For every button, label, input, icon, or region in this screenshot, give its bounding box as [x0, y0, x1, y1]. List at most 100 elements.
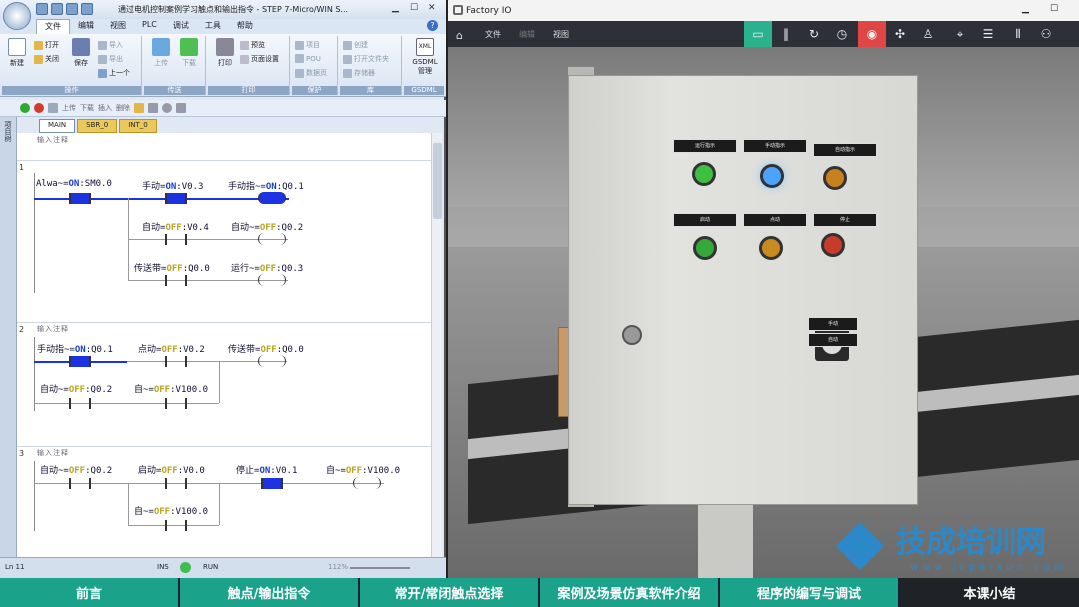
menu-edit[interactable]: 编辑 — [519, 29, 535, 40]
maximize-icon[interactable]: ☐ — [1050, 4, 1058, 14]
tab-edit[interactable]: 编辑 — [70, 19, 102, 34]
contact-q0-2[interactable] — [69, 398, 91, 409]
contact-v100-0-n3[interactable] — [165, 520, 187, 531]
contact-v0-4[interactable] — [165, 234, 187, 245]
target-icon[interactable]: ⌖ — [946, 21, 974, 47]
coil-q0-0[interactable] — [258, 355, 286, 367]
minimize-icon[interactable]: ▁ — [1022, 4, 1029, 14]
contact-icon[interactable] — [148, 103, 158, 113]
camera-orbit-icon[interactable]: ✣ — [886, 21, 914, 47]
tab-sbr0[interactable]: SBR_0 — [77, 119, 118, 133]
memory-button[interactable]: 存储器 — [343, 68, 375, 78]
nav-preface[interactable]: 前言 — [0, 578, 178, 607]
contact-q0-2-n3[interactable] — [69, 478, 91, 489]
import-button[interactable]: 导入 — [98, 40, 123, 50]
coil-q0-3[interactable] — [258, 274, 286, 286]
project-tree-strip[interactable]: 项目树 — [0, 117, 17, 557]
help-icon[interactable]: ? — [427, 20, 438, 31]
tab-int0[interactable]: INT_0 — [119, 119, 157, 133]
print-quick-icon[interactable] — [66, 3, 78, 15]
toolbar-upload[interactable]: 上传 — [62, 103, 76, 113]
power-rail — [34, 173, 35, 293]
contact-sm0-0[interactable] — [69, 193, 91, 204]
open-folder-button[interactable]: 打开文件夹 — [343, 54, 389, 64]
monitor-icon[interactable] — [134, 103, 144, 113]
tab-view[interactable]: 视图 — [102, 19, 134, 34]
open-quick-icon[interactable] — [51, 3, 63, 15]
coil-q0-1[interactable] — [258, 192, 286, 204]
nav-case-intro[interactable]: 案例及场景仿真软件介绍 — [540, 578, 718, 607]
new-button[interactable]: 新建 — [4, 38, 30, 68]
nav-contact-output[interactable]: 触点/输出指令 — [180, 578, 358, 607]
download-button[interactable]: 下载 — [176, 38, 202, 68]
toolbar-download[interactable]: 下载 — [80, 103, 94, 113]
coil-q0-2[interactable] — [258, 233, 286, 245]
nav-no-nc-selection[interactable]: 常开/常闭触点选择 — [360, 578, 538, 607]
group-protect: 项目 POU 数据页 保护 — [292, 36, 338, 95]
gsdml-manage-button[interactable]: XML GSDML 管理 — [410, 38, 440, 76]
protect-project-button[interactable]: 项目 — [295, 40, 320, 50]
vertical-scrollbar[interactable] — [431, 133, 442, 557]
export-button[interactable]: 导出 — [98, 54, 123, 64]
pause-icon[interactable]: ‖ — [772, 21, 800, 47]
contact-q0-1[interactable] — [69, 356, 91, 367]
home-icon[interactable]: ⌂ — [456, 29, 463, 42]
contact-v0-3[interactable] — [165, 193, 187, 204]
fly-mode-icon[interactable]: ♙ — [914, 21, 942, 47]
start-button[interactable] — [693, 236, 717, 260]
contact-v0-2[interactable] — [165, 356, 187, 367]
protect-pou-button[interactable]: POU — [295, 54, 321, 63]
create-library-button[interactable]: 创建 — [343, 40, 368, 50]
protect-data-button[interactable]: 数据页 — [295, 68, 327, 78]
minimize-icon[interactable]: ▁ — [392, 3, 399, 13]
open-button[interactable]: 打开 — [34, 40, 59, 50]
zoom-slider[interactable] — [350, 567, 410, 569]
stop-button[interactable] — [821, 233, 845, 257]
settings-quick-icon[interactable] — [81, 3, 93, 15]
print-button[interactable]: 打印 — [212, 38, 238, 68]
preview-button[interactable]: 预览 — [240, 40, 265, 50]
tab-help[interactable]: 帮助 — [229, 19, 261, 34]
menu-file[interactable]: 文件 — [485, 29, 501, 40]
save-quick-icon[interactable] — [36, 3, 48, 15]
save-button[interactable]: 保存 — [68, 38, 94, 68]
ladder-editor[interactable]: 1 输入注释 Alwa~=ON:SM0.0 手动=ON:V0.3 手动指~=ON… — [17, 133, 431, 557]
contact-v0-0[interactable] — [165, 478, 187, 489]
maximize-icon[interactable]: ☐ — [410, 3, 418, 13]
contact-v0-1[interactable] — [261, 478, 283, 489]
menu-view[interactable]: 视图 — [553, 29, 569, 40]
tab-main[interactable]: MAIN — [39, 119, 76, 133]
coil-icon[interactable] — [162, 103, 172, 113]
record-icon[interactable]: ◉ — [858, 21, 886, 47]
compile-icon[interactable] — [48, 103, 58, 113]
box-icon[interactable] — [176, 103, 186, 113]
sensor-icon[interactable]: ⦀ — [1004, 21, 1032, 47]
tab-debug[interactable]: 调试 — [165, 19, 197, 34]
factory-3d-scene[interactable]: 运行指示 手动指示 自动指示 启动 点动 停止 手动 自动 技成培训网 www.… — [448, 47, 1079, 578]
timer-icon[interactable]: ◷ — [828, 21, 856, 47]
tab-plc[interactable]: PLC — [134, 19, 165, 34]
stop-icon[interactable] — [34, 103, 44, 113]
run-icon[interactable] — [20, 103, 30, 113]
scrollbar-thumb[interactable] — [433, 143, 442, 219]
toolbar-delete[interactable]: 删除 — [116, 103, 130, 113]
list-icon[interactable]: ☰ — [974, 21, 1002, 47]
close-icon[interactable]: ✕ — [428, 3, 436, 13]
prev-button[interactable]: 上一个 — [98, 68, 130, 78]
contact-v100-0[interactable] — [165, 398, 187, 409]
reset-icon[interactable]: ↻ — [800, 21, 828, 47]
tab-tools[interactable]: 工具 — [197, 19, 229, 34]
jog-button[interactable] — [759, 236, 783, 260]
drivers-icon[interactable]: ⚇ — [1032, 21, 1060, 47]
edit-mode-icon[interactable]: ▭ — [744, 21, 772, 47]
nav-summary[interactable]: 本课小结 — [900, 578, 1079, 607]
coil-v100-0[interactable] — [353, 477, 381, 489]
close-button[interactable]: 关闭 — [34, 54, 59, 64]
contact-q0-0[interactable] — [165, 275, 187, 286]
page-setup-button[interactable]: 页面设置 — [240, 54, 279, 64]
toolbar-insert[interactable]: 插入 — [98, 103, 112, 113]
nav-programming[interactable]: 程序的编写与调试 — [720, 578, 898, 607]
app-menu-orb[interactable] — [3, 2, 31, 30]
upload-button[interactable]: 上传 — [148, 38, 174, 68]
tab-file[interactable]: 文件 — [36, 19, 70, 34]
